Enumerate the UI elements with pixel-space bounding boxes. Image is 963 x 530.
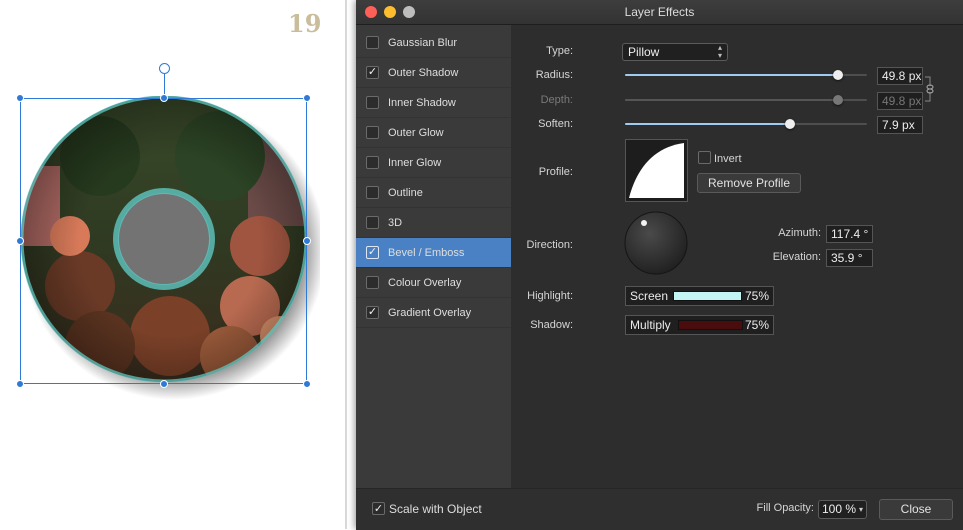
shadow-blend-control[interactable]: Multiply 75% xyxy=(625,315,774,335)
dropdown-arrow-icon: ▾ xyxy=(858,505,863,514)
radius-slider-fill xyxy=(625,74,838,76)
handle-bottom-center[interactable] xyxy=(160,380,168,388)
effect-item[interactable]: ✓ Gradient Overlay xyxy=(356,298,511,328)
soften-slider-fill xyxy=(625,123,790,125)
invert-checkbox[interactable] xyxy=(698,151,711,164)
effect-label: Inner Glow xyxy=(388,156,442,169)
effect-label: Gaussian Blur xyxy=(388,36,458,49)
rotation-handle[interactable] xyxy=(159,63,170,74)
effect-item[interactable]: ✓ Outer Shadow xyxy=(356,58,511,88)
effect-label: Outline xyxy=(388,186,423,199)
soften-slider-knob[interactable] xyxy=(784,119,795,129)
shadow-opacity: 75% xyxy=(744,318,769,332)
fill-opacity-label: Fill Opacity: xyxy=(756,502,814,514)
effect-label: Inner Shadow xyxy=(388,96,456,109)
effect-item[interactable]: 3D xyxy=(356,208,511,238)
effect-label: Outer Glow xyxy=(388,126,444,139)
direction-dial-marker[interactable] xyxy=(641,220,647,226)
elevation-label: Elevation: xyxy=(772,251,821,263)
effect-checkbox[interactable]: ✓ xyxy=(366,246,379,259)
effect-label: Gradient Overlay xyxy=(388,306,472,319)
depth-slider[interactable] xyxy=(625,95,867,105)
effect-item[interactable]: Colour Overlay xyxy=(356,268,511,298)
fill-opacity-value: 100 % xyxy=(822,502,857,516)
scale-with-object-label: Scale with Object xyxy=(389,502,482,516)
handle-bottom-left[interactable] xyxy=(16,380,24,388)
type-label: Type: xyxy=(546,45,573,57)
effect-label: Bevel / Emboss xyxy=(388,246,465,259)
effect-item[interactable]: Outer Glow xyxy=(356,118,511,148)
handle-top-right[interactable] xyxy=(303,94,311,102)
stepper-arrows-icon: ▴ ▾ xyxy=(717,43,722,60)
elevation-field[interactable]: 35.9 ° xyxy=(826,249,873,267)
selection-bounding-box[interactable] xyxy=(20,98,307,384)
profile-label: Profile: xyxy=(538,166,573,178)
effect-checkbox[interactable] xyxy=(366,216,379,229)
effect-item[interactable]: Inner Glow xyxy=(356,148,511,178)
effect-checkbox[interactable] xyxy=(366,156,379,169)
effect-checkbox[interactable] xyxy=(366,276,379,289)
handle-middle-left[interactable] xyxy=(16,237,24,245)
depth-field[interactable]: 49.8 px xyxy=(877,92,923,110)
radius-slider[interactable] xyxy=(625,70,867,80)
effect-item[interactable]: Outline xyxy=(356,178,511,208)
effect-item[interactable]: ✓ Bevel / Emboss xyxy=(356,238,511,268)
effect-item[interactable]: Inner Shadow xyxy=(356,88,511,118)
step-number: 19 xyxy=(288,9,322,38)
azimuth-field[interactable]: 117.4 ° xyxy=(826,225,873,243)
invert-label: Invert xyxy=(714,153,742,165)
depth-slider-fill xyxy=(625,99,838,101)
dialog-footer: ✓ Scale with Object Fill Opacity: 100 % … xyxy=(356,488,963,530)
highlight-mode: Screen xyxy=(630,289,669,303)
dialog-title: Layer Effects xyxy=(624,5,695,19)
effect-label: Outer Shadow xyxy=(388,66,459,79)
fill-opacity-select[interactable]: 100 % ▾ xyxy=(818,500,867,519)
effect-label: 3D xyxy=(388,216,403,229)
handle-bottom-right[interactable] xyxy=(303,380,311,388)
soften-field[interactable]: 7.9 px xyxy=(877,116,923,134)
layer-effects-dialog: Layer Effects Gaussian Blur ✓ Outer Shadow… xyxy=(356,0,963,530)
dialog-titlebar[interactable]: Layer Effects xyxy=(356,0,963,25)
effect-checkbox[interactable] xyxy=(366,96,379,109)
highlight-label: Highlight: xyxy=(527,290,573,302)
shadow-label: Shadow: xyxy=(530,319,573,331)
document-canvas[interactable]: 19 xyxy=(0,0,347,529)
effects-list: Gaussian Blur ✓ Outer Shadow Inner Shadow Ou… xyxy=(356,25,511,488)
handle-middle-right[interactable] xyxy=(303,237,311,245)
effect-item[interactable]: Gaussian Blur xyxy=(356,28,511,58)
handle-top-center[interactable] xyxy=(160,94,168,102)
effect-label: Colour Overlay xyxy=(388,276,462,289)
effect-settings-panel: Type: Pillow ▴ ▾ Radius: 49.8 px Depth: 4… xyxy=(511,25,963,488)
effect-checkbox[interactable] xyxy=(366,186,379,199)
type-select[interactable]: Pillow ▴ ▾ xyxy=(622,43,728,61)
close-button[interactable]: Close xyxy=(879,499,953,520)
handle-top-left[interactable] xyxy=(16,94,24,102)
radius-slider-knob[interactable] xyxy=(832,70,843,80)
remove-profile-button[interactable]: Remove Profile xyxy=(697,173,801,193)
effect-checkbox[interactable] xyxy=(366,36,379,49)
soften-slider[interactable] xyxy=(625,119,867,129)
highlight-opacity: 75% xyxy=(744,289,769,303)
depth-slider-knob[interactable] xyxy=(832,95,843,105)
type-value: Pillow xyxy=(628,45,660,59)
radius-field[interactable]: 49.8 px xyxy=(877,67,923,85)
shadow-color-swatch[interactable] xyxy=(678,320,743,330)
effect-checkbox[interactable]: ✓ xyxy=(366,66,379,79)
azimuth-label: Azimuth: xyxy=(778,227,821,239)
direction-label: Direction: xyxy=(526,239,573,251)
depth-label: Depth: xyxy=(540,94,573,106)
profile-curve-editor[interactable] xyxy=(625,139,688,202)
canvas-divider xyxy=(345,0,347,529)
link-icon[interactable] xyxy=(924,76,934,102)
effect-checkbox[interactable]: ✓ xyxy=(366,306,379,319)
effect-checkbox[interactable] xyxy=(366,126,379,139)
highlight-blend-control[interactable]: Screen 75% xyxy=(625,286,774,306)
shadow-mode: Multiply xyxy=(630,318,671,332)
direction-dial[interactable] xyxy=(624,211,688,275)
soften-label: Soften: xyxy=(538,118,573,130)
highlight-color-swatch[interactable] xyxy=(673,291,742,301)
radius-label: Radius: xyxy=(535,69,573,81)
scale-with-object-checkbox[interactable]: ✓ xyxy=(372,502,385,515)
